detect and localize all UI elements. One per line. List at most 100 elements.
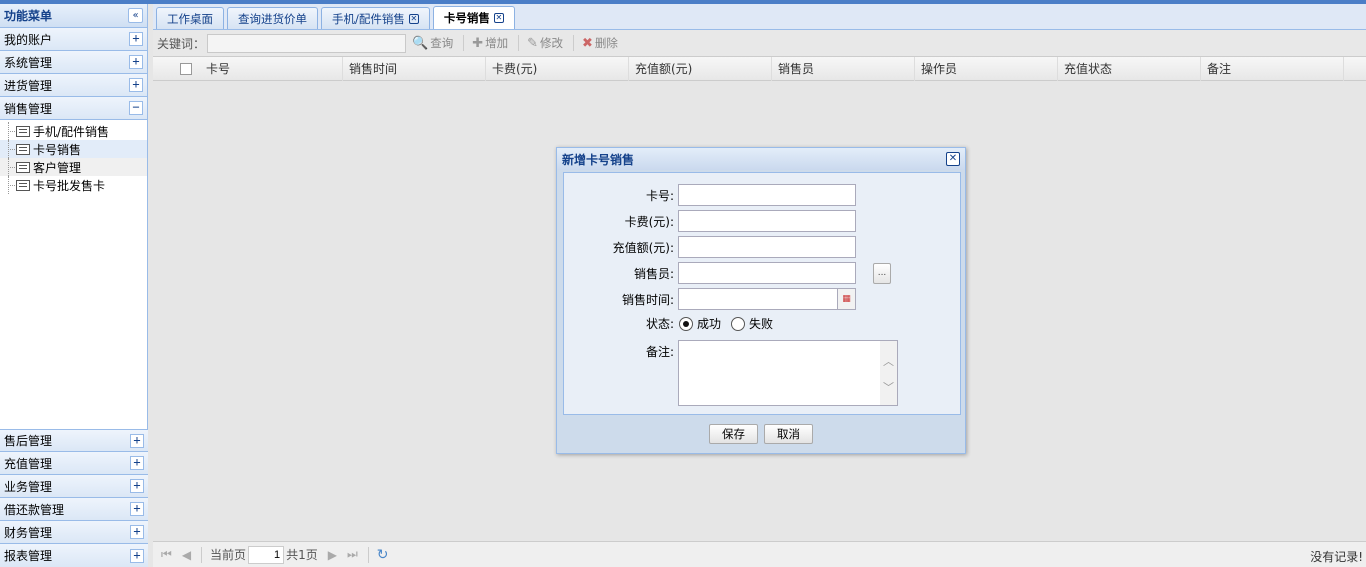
sidebar-title: 功能菜单 — [4, 9, 53, 23]
recharge-input[interactable] — [678, 236, 856, 258]
status-label: 状态: — [645, 317, 674, 331]
menu-section-recharge[interactable]: 充值管理 + — [0, 452, 148, 475]
menu-section-reports[interactable]: 报表管理 + — [0, 544, 148, 567]
column-label: 卡号 — [206, 62, 231, 76]
textarea-scrollbar[interactable]: ︿ ﹀ — [880, 341, 897, 405]
tab-card-sales[interactable]: 卡号销售 ✕ — [432, 6, 515, 29]
scroll-down-icon[interactable]: ﹀ — [880, 379, 897, 395]
refresh-icon[interactable]: ↻ — [377, 547, 389, 563]
col-card-fee[interactable]: 卡费(元) — [486, 56, 629, 81]
menu-section-system[interactable]: 系统管理 + — [0, 51, 147, 74]
close-icon[interactable]: ✕ — [946, 152, 960, 166]
delete-button-label: 删除 — [594, 36, 618, 50]
menu-section-sales[interactable]: 销售管理 − — [0, 97, 147, 120]
tab-close-icon[interactable]: ✕ — [408, 13, 419, 24]
col-recharge-amount[interactable]: 充值额(元) — [629, 56, 772, 81]
tab-close-icon[interactable]: ✕ — [493, 13, 504, 23]
status-success-label: 成功 — [697, 317, 722, 331]
remark-textarea[interactable]: ︿ ﹀ — [678, 340, 898, 406]
tab-workbench[interactable]: 工作桌面 — [156, 7, 224, 29]
status-success-radio[interactable] — [679, 316, 693, 331]
menu-section-finance[interactable]: 财务管理 + — [0, 521, 148, 544]
card-fee-input[interactable] — [678, 210, 856, 232]
col-card-no[interactable]: 卡号 — [200, 56, 343, 81]
tree-item-card-sales[interactable]: 卡号销售 — [0, 140, 147, 158]
delete-button[interactable]: ✖ 删除 — [582, 35, 618, 51]
seller-picker-button[interactable]: ... — [873, 262, 891, 284]
col-remark[interactable]: 备注 — [1201, 56, 1344, 81]
menu-section-label: 财务管理 — [4, 525, 53, 540]
page-icon — [16, 143, 30, 155]
dialog-buttons: 保存 取消 — [557, 424, 965, 444]
first-page-icon[interactable]: ⏮ — [161, 547, 172, 562]
tab-purchase-price-query[interactable]: 查询进货价单 — [227, 7, 318, 29]
expand-icon[interactable]: + — [130, 525, 144, 539]
keyword-input[interactable] — [207, 33, 407, 53]
grid-header: 卡号 销售时间 卡费(元) 充值额(元) 销售员 操作员 充值状态 备注 — [153, 56, 1366, 81]
column-label: 充值状态 — [1064, 62, 1113, 76]
sale-time-input[interactable]: ▦ — [678, 288, 856, 310]
card-fee-row: 卡费(元): — [564, 210, 856, 232]
tree-item-phone-accessory-sales[interactable]: 手机/配件销售 — [0, 122, 147, 140]
card-no-input[interactable] — [678, 184, 856, 206]
add-button[interactable]: ✚ 增加 — [472, 35, 508, 51]
edit-button[interactable]: ✎ 修改 — [527, 35, 563, 51]
cancel-button[interactable]: 取消 — [764, 424, 813, 444]
tab-label: 卡号销售 — [443, 11, 490, 25]
col-recharge-status[interactable]: 充值状态 — [1058, 56, 1201, 81]
expand-icon[interactable]: + — [129, 78, 143, 92]
tab-label: 手机/配件销售 — [332, 11, 405, 26]
expand-icon[interactable]: + — [129, 55, 143, 69]
scroll-up-icon[interactable]: ︿ — [880, 353, 897, 369]
expand-icon[interactable]: + — [130, 456, 144, 470]
col-seller[interactable]: 销售员 — [772, 56, 915, 81]
tab-phone-accessory-sales[interactable]: 手机/配件销售 ✕ — [321, 7, 430, 29]
menu-section-my-account[interactable]: 我的账户 + — [0, 28, 147, 51]
expand-icon[interactable]: + — [130, 548, 144, 563]
menu-section-purchase[interactable]: 进货管理 + — [0, 74, 147, 97]
card-no-label: 卡号: — [645, 188, 674, 203]
seller-input[interactable] — [678, 262, 856, 284]
expand-icon[interactable]: + — [130, 433, 144, 448]
tree-item-customer-management[interactable]: 客户管理 — [0, 158, 147, 176]
page-icon — [16, 179, 30, 191]
column-label: 销售时间 — [349, 62, 398, 76]
menu-section-after-sales[interactable]: 售后管理 + — [0, 429, 148, 452]
tree-item-label: 卡号销售 — [33, 142, 82, 157]
tab-label: 查询进货价单 — [238, 11, 307, 26]
seller-row: 销售员: ... — [564, 262, 891, 284]
select-all-checkbox[interactable] — [180, 62, 192, 75]
card-fee-label: 卡费(元): — [624, 214, 674, 229]
tree-item-card-wholesale[interactable]: 卡号批发售卡 — [0, 176, 147, 194]
prev-page-icon[interactable]: ◀ — [182, 548, 191, 562]
page-number-input[interactable] — [248, 545, 285, 564]
collapse-icon[interactable]: − — [129, 101, 143, 115]
col-operator[interactable]: 操作员 — [915, 56, 1058, 81]
last-page-icon[interactable]: ⏭ — [347, 547, 358, 562]
no-records-label: 没有记录! — [1310, 550, 1363, 564]
menu-section-loans[interactable]: 借还款管理 + — [0, 498, 148, 521]
search-button-label: 查询 — [430, 36, 454, 50]
sidebar-collapse-icon[interactable]: « — [128, 8, 143, 23]
save-button[interactable]: 保存 — [709, 424, 758, 444]
tree-item-label: 手机/配件销售 — [33, 124, 110, 139]
col-sale-time[interactable]: 销售时间 — [343, 56, 486, 81]
tab-bar: 工作桌面 查询进货价单 手机/配件销售 ✕ 卡号销售 ✕ — [153, 4, 1366, 30]
search-button[interactable]: 🔍 查询 — [412, 35, 453, 51]
menu-section-business[interactable]: 业务管理 + — [0, 475, 148, 498]
expand-icon[interactable]: + — [130, 479, 144, 493]
seller-label: 销售员: — [633, 266, 674, 281]
status-fail-radio[interactable] — [731, 316, 746, 331]
edit-button-label: 修改 — [540, 36, 564, 50]
delete-icon: ✖ — [582, 35, 593, 51]
add-card-sale-dialog: 新增卡号销售 ✕ 卡号: 卡费(元): 充值额(元): 销售员: ... 销售时… — [556, 147, 966, 454]
toolbar: 关键词： 🔍 查询 ✚ 增加 ✎ 修改 ✖ 删除 — [153, 30, 1366, 57]
expand-icon[interactable]: + — [129, 32, 143, 46]
page-icon — [16, 161, 30, 173]
calendar-icon[interactable]: ▦ — [837, 289, 855, 309]
menu-section-label: 系统管理 — [4, 55, 53, 70]
next-page-icon[interactable]: ▶ — [328, 548, 337, 562]
menu-section-label: 业务管理 — [4, 479, 53, 494]
expand-icon[interactable]: + — [130, 502, 144, 516]
card-no-row: 卡号: — [564, 184, 856, 206]
